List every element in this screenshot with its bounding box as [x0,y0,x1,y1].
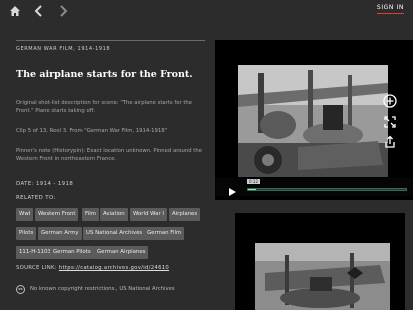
tag-german-film[interactable]: German Film [144,227,185,240]
tag-pilots[interactable]: Pilots [16,227,37,240]
top-nav: SIGN IN [0,0,413,24]
tag-world-war-i[interactable]: World War I [130,208,167,221]
progress-fill [248,189,256,190]
tag-wwi[interactable]: WwI [16,208,34,221]
video-frame [238,65,388,177]
sign-in-link[interactable]: SIGN IN [376,4,404,14]
license-text: No known copyright restrictions., US Nat… [30,286,175,292]
source-link[interactable]: https://catalog.archives.gov/id/24610 [59,265,169,271]
tag-western-front[interactable]: Western Front [35,208,79,221]
tag-german-pilots[interactable]: German Pilots [50,246,94,259]
progress-track[interactable] [247,188,407,191]
source-link-row: SOURCE LINK: https://catalog.archives.go… [16,265,169,271]
clip-info-paragraph: Clip 5 of 13, Reel 3. From "German War F… [16,128,168,134]
pinner-note-paragraph: Pinner's note (Historypin): Exact locati… [16,148,202,162]
collection-kicker: GERMAN WAR FILM, 1914-1918 [16,46,111,52]
creative-commons-icon: cc [16,285,25,294]
related-label: RELATED TO: [16,195,56,201]
forward-arrow-icon[interactable] [56,4,72,20]
home-icon[interactable] [8,4,24,20]
play-icon[interactable] [227,182,237,196]
current-time: 0:12 [247,179,260,184]
description-paragraph: Original shot-list description for scene… [16,100,193,114]
tag-us-national-archives[interactable]: US National Archives [83,227,146,240]
add-circle-icon[interactable] [383,93,397,108]
tag-airplanes[interactable]: Airplanes [169,208,201,221]
related-media-frame [255,243,390,310]
tag-111-h-1103[interactable]: 111-H-1103 [16,246,54,259]
back-arrow-icon[interactable] [32,4,48,20]
tag-film[interactable]: Film [82,208,99,221]
source-label: SOURCE LINK: [16,265,57,271]
player-controls: 0:12 [215,178,413,196]
header-divider [16,40,205,41]
page-title: The airplane starts for the Front. [16,69,193,80]
tag-aviation[interactable]: Aviation [100,208,128,221]
fullscreen-icon[interactable] [383,114,397,128]
date-label: DATE: 1914 - 1918 [16,181,74,187]
share-icon[interactable] [383,134,397,148]
video-player[interactable]: 0:12 [215,40,413,200]
tag-german-airplanes[interactable]: German Airplanes [94,246,149,259]
tag-german-army[interactable]: German Army [38,227,82,240]
related-media-panel[interactable] [235,213,405,310]
